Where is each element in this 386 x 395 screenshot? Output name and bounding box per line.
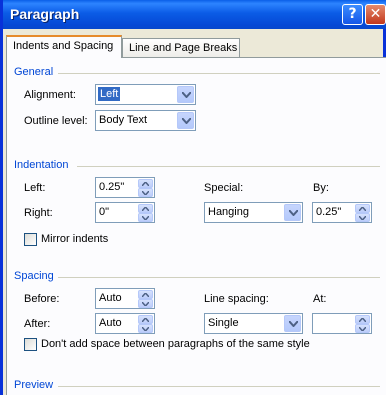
- alignment-value: Left: [98, 87, 121, 101]
- line-spacing-select[interactable]: Single: [204, 313, 303, 334]
- chevron-down-icon: [142, 327, 149, 331]
- chevron-up-icon: [142, 318, 149, 322]
- left-indent-up-button[interactable]: [138, 179, 153, 188]
- before-value: Auto: [99, 292, 122, 304]
- at-label: At:: [313, 293, 327, 305]
- close-button[interactable]: ✕: [365, 4, 386, 25]
- tab-indents-and-spacing[interactable]: Indents and Spacing: [6, 35, 122, 58]
- line-spacing-value: Single: [208, 317, 239, 329]
- chevron-up-icon: [142, 293, 149, 297]
- special-dropdown-arrow[interactable]: [284, 204, 301, 221]
- before-down-button[interactable]: [138, 299, 153, 308]
- general-divider: [58, 73, 380, 74]
- by-spinner[interactable]: 0.25": [312, 202, 372, 223]
- chevron-down-icon: [359, 327, 366, 331]
- tab-line-and-page-breaks-label: Line and Page Breaks: [129, 42, 238, 54]
- before-spinner[interactable]: Auto: [95, 288, 155, 309]
- before-up-button[interactable]: [138, 290, 153, 299]
- by-value: 0.25": [316, 206, 342, 218]
- chevron-down-icon: [142, 302, 149, 306]
- right-indent-down-button[interactable]: [138, 213, 153, 222]
- preview-heading: Preview: [14, 379, 54, 391]
- help-button[interactable]: ?: [342, 4, 363, 25]
- tab-indents-and-spacing-label: Indents and Spacing: [13, 40, 114, 52]
- chevron-down-icon: [289, 210, 298, 216]
- at-down-button[interactable]: [355, 324, 370, 333]
- right-indent-label: Right:: [24, 207, 53, 219]
- by-down-button[interactable]: [355, 213, 370, 222]
- chevron-down-icon: [289, 321, 298, 327]
- chevron-down-icon: [142, 216, 149, 220]
- before-label: Before:: [24, 293, 60, 305]
- chevron-down-icon: [142, 191, 149, 195]
- title-bar[interactable]: Paragraph ? ✕: [3, 0, 386, 29]
- after-value: Auto: [99, 317, 122, 329]
- left-indent-value: 0.25": [99, 181, 125, 193]
- at-spinner[interactable]: [312, 313, 372, 334]
- mirror-indents-checkbox[interactable]: [24, 233, 37, 246]
- dialog-title: Paragraph: [10, 6, 80, 22]
- special-value: Hanging: [208, 206, 249, 218]
- right-indent-value: 0": [99, 206, 110, 218]
- after-spinner[interactable]: Auto: [95, 313, 155, 334]
- special-label: Special:: [204, 182, 244, 194]
- left-indent-down-button[interactable]: [138, 188, 153, 197]
- spacing-heading: Spacing: [14, 270, 54, 282]
- chevron-down-icon: [359, 216, 366, 220]
- alignment-dropdown-arrow[interactable]: [177, 86, 194, 103]
- tab-line-and-page-breaks[interactable]: Line and Page Breaks: [122, 38, 240, 59]
- chevron-up-icon: [359, 207, 366, 211]
- general-heading: General: [14, 66, 54, 78]
- chevron-up-icon: [359, 318, 366, 322]
- mirror-indents-label: Mirror indents: [41, 233, 109, 245]
- chevron-up-icon: [142, 182, 149, 186]
- dont-add-space-checkbox[interactable]: [24, 338, 37, 351]
- left-indent-label: Left:: [24, 182, 46, 194]
- outline-level-dropdown-arrow[interactable]: [177, 112, 194, 129]
- outline-level-value: Body Text: [99, 114, 148, 126]
- outline-level-label: Outline level:: [24, 115, 88, 127]
- line-spacing-dropdown-arrow[interactable]: [284, 315, 301, 332]
- indentation-heading: Indentation: [14, 159, 69, 171]
- chevron-down-icon: [182, 118, 191, 124]
- outline-level-select[interactable]: Body Text: [95, 110, 196, 131]
- chevron-up-icon: [142, 207, 149, 211]
- spacing-divider: [58, 277, 380, 278]
- at-up-button[interactable]: [355, 315, 370, 324]
- after-label: After:: [24, 318, 51, 330]
- right-indent-spinner[interactable]: 0": [95, 202, 155, 223]
- indentation-divider: [77, 166, 380, 167]
- alignment-select[interactable]: Left: [95, 84, 196, 105]
- preview-divider: [58, 386, 380, 387]
- chevron-down-icon: [182, 92, 191, 98]
- left-indent-spinner[interactable]: 0.25": [95, 177, 155, 198]
- after-up-button[interactable]: [138, 315, 153, 324]
- alignment-label: Alignment:: [24, 89, 76, 101]
- right-indent-up-button[interactable]: [138, 204, 153, 213]
- special-select[interactable]: Hanging: [204, 202, 303, 223]
- dont-add-space-label: Don't add space between paragraphs of th…: [41, 338, 310, 350]
- by-up-button[interactable]: [355, 204, 370, 213]
- after-down-button[interactable]: [138, 324, 153, 333]
- line-spacing-label: Line spacing:: [204, 293, 269, 305]
- by-label: By:: [313, 182, 329, 194]
